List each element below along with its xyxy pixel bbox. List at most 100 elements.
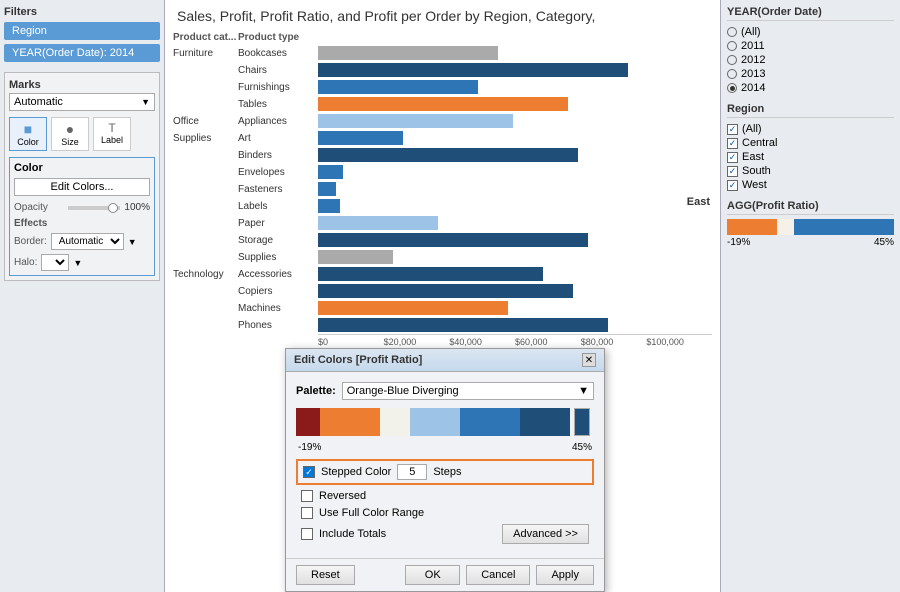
palette-arrow: ▼: [578, 385, 589, 397]
x-label-5: $100,000: [646, 337, 712, 347]
dialog-close-button[interactable]: ✕: [582, 353, 596, 367]
size-icon: ●: [66, 121, 74, 137]
swatch-dark-blue[interactable]: [520, 408, 570, 436]
color-bar-legend: [727, 219, 894, 235]
include-totals-checkbox[interactable]: [301, 528, 313, 540]
apply-button[interactable]: Apply: [536, 565, 594, 585]
radio-2013[interactable]: [727, 69, 737, 79]
cancel-button[interactable]: Cancel: [466, 565, 530, 585]
region-west[interactable]: ✓ West: [727, 178, 894, 192]
checkbox-east[interactable]: ✓: [727, 152, 738, 163]
edit-colors-button[interactable]: Edit Colors...: [14, 178, 150, 196]
chart-rows-container: Furniture Bookcases Chairs Furnishings: [173, 45, 712, 333]
halo-dropdown[interactable]: [41, 254, 69, 271]
table-row: Copiers: [173, 283, 712, 299]
swatch-dark-red[interactable]: [296, 408, 320, 436]
advanced-button[interactable]: Advanced >>: [502, 524, 589, 544]
palette-dropdown[interactable]: Orange-Blue Diverging ▼: [342, 382, 594, 400]
full-range-checkbox[interactable]: [301, 507, 313, 519]
swatch-white[interactable]: [380, 408, 410, 436]
table-row: Technology Accessories: [173, 266, 712, 282]
bar-container: [318, 165, 712, 179]
checkbox-south[interactable]: ✓: [727, 166, 738, 177]
bar-container: [318, 97, 712, 111]
border-arrow: ▼: [128, 237, 137, 247]
marks-dropdown-arrow: ▼: [141, 97, 150, 107]
radio-2012[interactable]: [727, 55, 737, 65]
year-option-all[interactable]: (All): [727, 25, 894, 39]
radio-2014[interactable]: [727, 83, 737, 93]
legend-max: 45%: [874, 237, 894, 248]
swatch-orange[interactable]: [320, 408, 380, 436]
bar-paper: [318, 216, 438, 230]
stepped-checkbox[interactable]: ✓: [303, 466, 315, 478]
marks-title: Marks: [9, 77, 155, 93]
swatch-light-blue[interactable]: [410, 408, 460, 436]
table-row: Furniture Bookcases: [173, 45, 712, 61]
prod-label-machines: Machines: [238, 303, 318, 314]
chart-title: Sales, Profit, Profit Ratio, and Profit …: [165, 0, 720, 28]
bar-phones: [318, 318, 608, 332]
table-row: Labels: [173, 198, 712, 214]
year-label-all: (All): [741, 26, 761, 38]
radio-all[interactable]: [727, 27, 737, 37]
year-option-2013[interactable]: 2013: [727, 67, 894, 81]
reset-button[interactable]: Reset: [296, 565, 355, 585]
prod-label-binders: Binders: [238, 150, 318, 161]
swatch-selected[interactable]: [574, 408, 590, 436]
bar-chairs: [318, 63, 628, 77]
filter-year[interactable]: YEAR(Order Date): 2014: [4, 44, 160, 62]
bar-copiers: [318, 284, 573, 298]
year-label-2013: 2013: [741, 68, 765, 80]
bar-container: [318, 46, 712, 60]
year-option-2014[interactable]: 2014: [727, 81, 894, 95]
bar-bookcases: [318, 46, 498, 60]
region-central[interactable]: ✓ Central: [727, 136, 894, 150]
year-label-2011: 2011: [741, 40, 765, 52]
reversed-checkbox[interactable]: [301, 490, 313, 502]
x-label-1: $20,000: [384, 337, 450, 347]
opacity-label: Opacity: [14, 202, 64, 213]
table-row: Envelopes: [173, 164, 712, 180]
bar-art: [318, 131, 403, 145]
bar-labels: [318, 199, 340, 213]
opacity-thumb[interactable]: [108, 203, 118, 213]
swatch-blue[interactable]: [460, 408, 520, 436]
size-mark-btn[interactable]: ● Size: [51, 117, 89, 151]
halo-row: Halo: ▼: [14, 254, 150, 271]
cat-label-furniture: Furniture: [173, 48, 238, 59]
steps-input[interactable]: [397, 464, 427, 480]
year-option-2012[interactable]: 2012: [727, 53, 894, 67]
filter-region[interactable]: Region: [4, 22, 160, 40]
chart-title-text: Sales, Profit, Profit Ratio, and Profit …: [177, 8, 595, 24]
bar-container: [318, 199, 712, 213]
swatch-max-label: 45%: [572, 442, 592, 453]
prod-label-furnishings: Furnishings: [238, 82, 318, 93]
year-option-2011[interactable]: 2011: [727, 39, 894, 53]
color-mark-btn[interactable]: ■ Color: [9, 117, 47, 151]
checkbox-west[interactable]: ✓: [727, 180, 738, 191]
full-range-label: Use Full Color Range: [319, 507, 424, 519]
ok-button[interactable]: OK: [405, 565, 460, 585]
border-dropdown[interactable]: Automatic: [51, 233, 124, 250]
bar-tables: [318, 97, 568, 111]
region-all[interactable]: ✓ (All): [727, 122, 894, 136]
marks-type-dropdown[interactable]: Automatic ▼: [9, 93, 155, 111]
opacity-slider[interactable]: [68, 206, 120, 210]
check-icon: ✓: [305, 467, 313, 478]
radio-2011[interactable]: [727, 41, 737, 51]
checkbox-central[interactable]: ✓: [727, 138, 738, 149]
prod-label-chairs: Chairs: [238, 65, 318, 76]
region-east[interactable]: ✓ East: [727, 150, 894, 164]
color-mark-label: Color: [17, 137, 39, 147]
border-label: Border:: [14, 236, 47, 247]
edit-colors-dialog: Edit Colors [Profit Ratio] ✕ Palette: Or…: [285, 348, 605, 592]
label-mark-btn[interactable]: T Label: [93, 117, 131, 151]
prod-label-tables: Tables: [238, 99, 318, 110]
region-label-all: (All): [742, 123, 762, 135]
checkbox-all[interactable]: ✓: [727, 124, 738, 135]
bar-envelopes: [318, 165, 343, 179]
bar-supplies: [318, 250, 393, 264]
region-south[interactable]: ✓ South: [727, 164, 894, 178]
marks-icons-row: ■ Color ● Size T Label: [9, 117, 155, 151]
